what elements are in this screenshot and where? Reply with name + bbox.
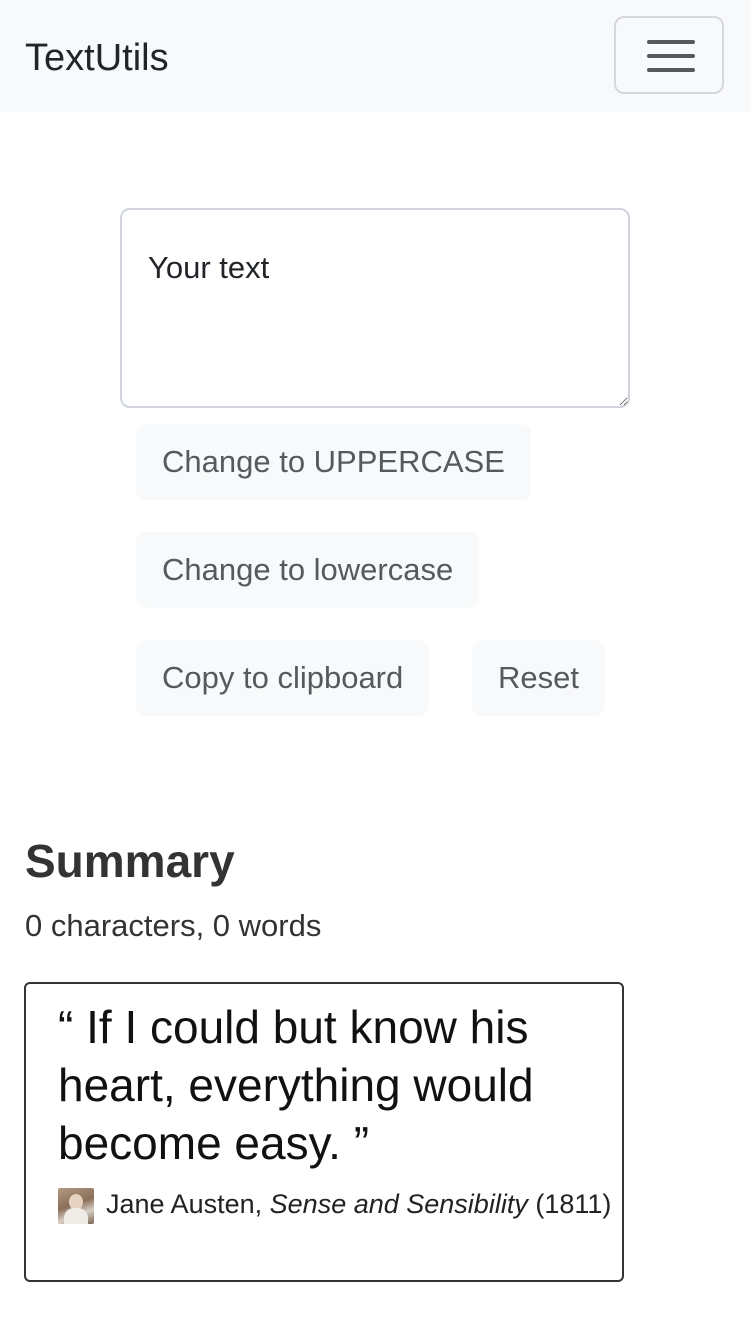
quote-close-mark: ”: [353, 1117, 370, 1169]
reset-button[interactable]: Reset: [472, 640, 605, 716]
author-portrait-icon: [58, 1187, 94, 1224]
copy-clipboard-button[interactable]: Copy to clipboard: [136, 640, 430, 716]
quote-separator: ,: [254, 1189, 263, 1219]
navbar-brand[interactable]: TextUtils: [25, 36, 169, 80]
lowercase-button[interactable]: Change to lowercase: [136, 532, 480, 608]
quote-text: If I could but know his heart, everythin…: [58, 1001, 534, 1169]
navbar: TextUtils: [0, 0, 750, 112]
navbar-toggler-button[interactable]: [614, 16, 724, 94]
quote-year: (1811): [535, 1189, 612, 1219]
quote-open-mark: “: [58, 1001, 74, 1053]
quote-text-block: “ If I could but know his heart, everyth…: [58, 998, 592, 1172]
summary-heading: Summary: [25, 835, 235, 887]
quote-citation: Jane Austen, Sense and Sensibility (1811…: [58, 1186, 611, 1224]
quote-author: Jane Austen: [106, 1189, 255, 1219]
quote-work: Sense and Sensibility: [269, 1189, 528, 1219]
text-input[interactable]: [120, 208, 630, 408]
summary-stats: 0 characters, 0 words: [25, 908, 322, 943]
uppercase-button[interactable]: Change to UPPERCASE: [136, 424, 531, 500]
quote-image: “ If I could but know his heart, everyth…: [24, 982, 624, 1282]
